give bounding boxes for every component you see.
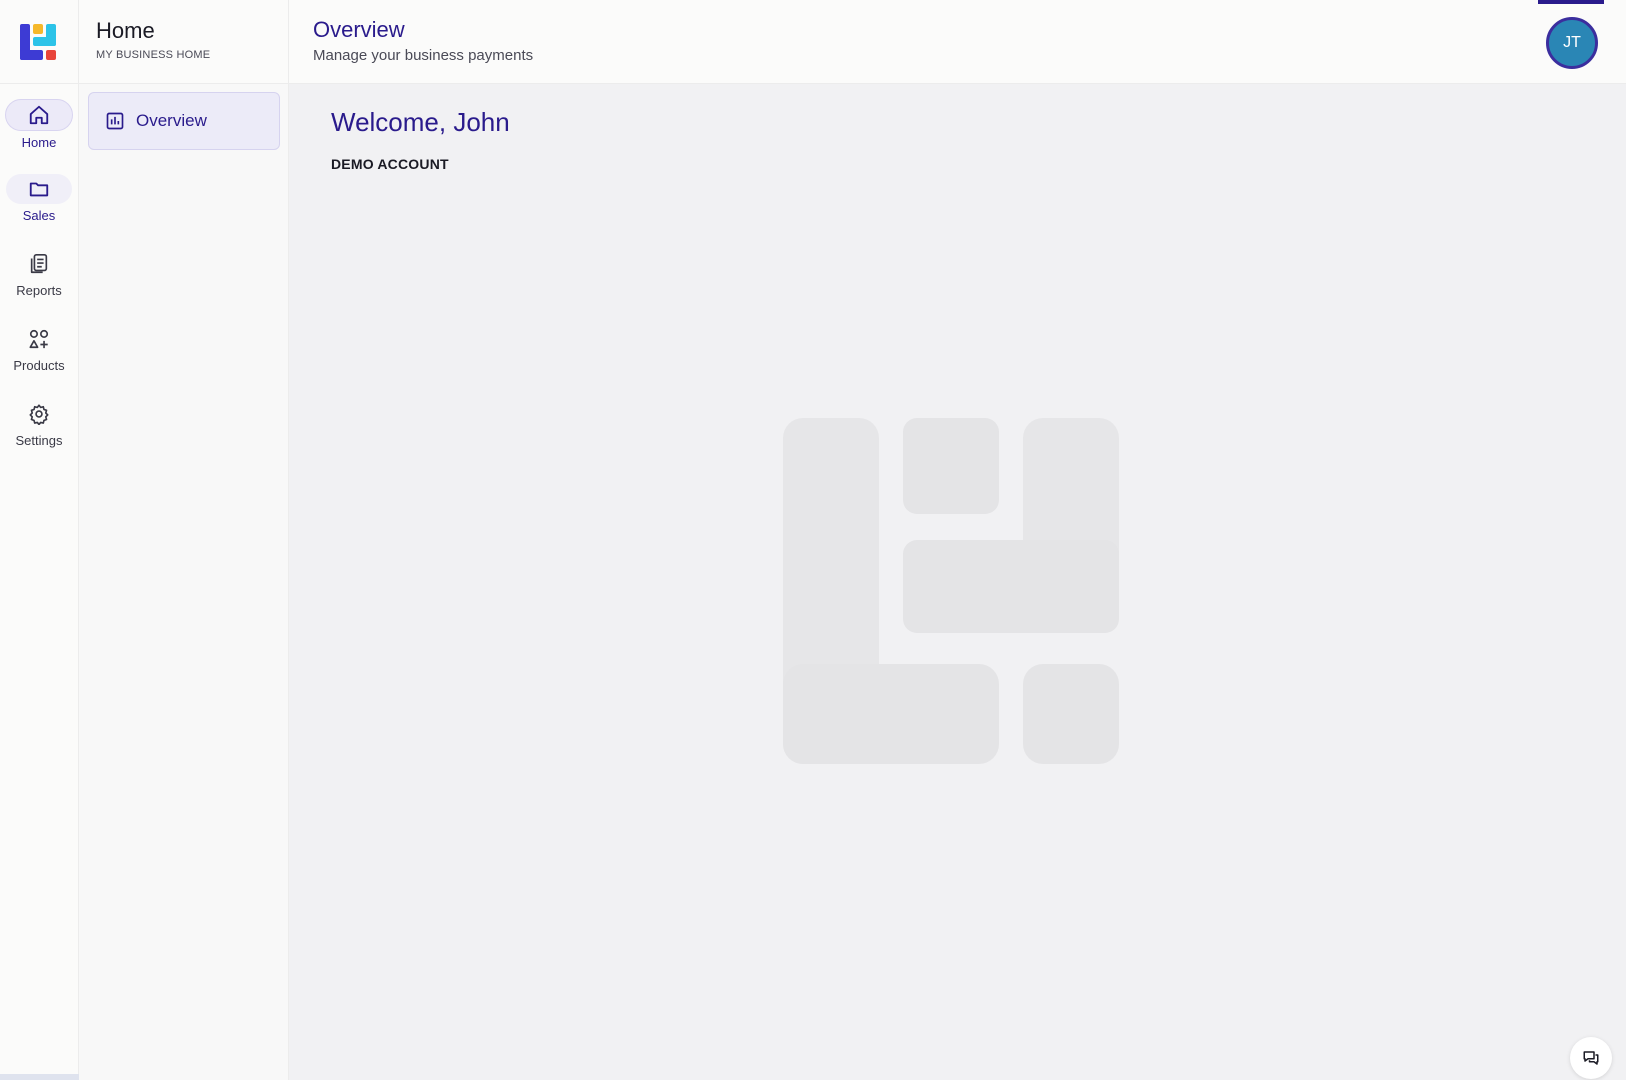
chat-button[interactable] xyxy=(1570,1037,1612,1079)
chart-icon xyxy=(106,112,124,130)
rail-item-label: Sales xyxy=(22,208,56,223)
app-logo[interactable] xyxy=(20,24,56,60)
gear-icon xyxy=(29,404,49,425)
panel-subtitle: MY BUSINESS HOME xyxy=(96,49,211,61)
rail-item-products[interactable]: Products xyxy=(0,324,78,390)
avatar[interactable]: JT xyxy=(1546,17,1598,69)
page-title: Overview xyxy=(313,17,405,42)
rail-item-sales[interactable]: Sales xyxy=(0,174,78,240)
folder-icon xyxy=(29,182,49,197)
welcome-heading: Welcome, John xyxy=(331,107,510,137)
account-type-label: DEMO ACCOUNT xyxy=(331,156,449,172)
logo-watermark xyxy=(783,418,1119,764)
panel-item-overview[interactable]: Overview xyxy=(88,92,280,150)
main-content: Welcome, John DEMO ACCOUNT xyxy=(289,84,1626,1080)
rail-item-home[interactable]: Home xyxy=(0,99,78,165)
products-icon xyxy=(29,329,49,349)
rail-item-label: Reports xyxy=(16,283,62,298)
panel-item-label: Overview xyxy=(136,111,207,130)
rail-item-settings[interactable]: Settings xyxy=(0,399,78,465)
panel-title: Home xyxy=(96,18,155,43)
chat-icon xyxy=(1583,1051,1599,1065)
rail-item-label: Products xyxy=(13,358,65,373)
panel-header: Home MY BUSINESS HOME xyxy=(79,0,288,84)
reports-icon xyxy=(30,254,48,274)
home-icon xyxy=(29,105,49,125)
icon-rail: Home Sales Reports Products Settings xyxy=(0,0,363,1080)
rail-item-label: Home xyxy=(21,135,57,150)
avatar-accent-bar xyxy=(1538,0,1604,4)
rail-item-reports[interactable]: Reports xyxy=(0,249,78,315)
secondary-nav-panel: Home MY BUSINESS HOME Overview xyxy=(79,0,289,1080)
page-subtitle: Manage your business payments xyxy=(313,47,534,64)
rail-divider xyxy=(0,83,78,84)
top-header: Overview Manage your business payments J… xyxy=(289,0,1626,84)
rail-item-label: Settings xyxy=(15,433,63,448)
